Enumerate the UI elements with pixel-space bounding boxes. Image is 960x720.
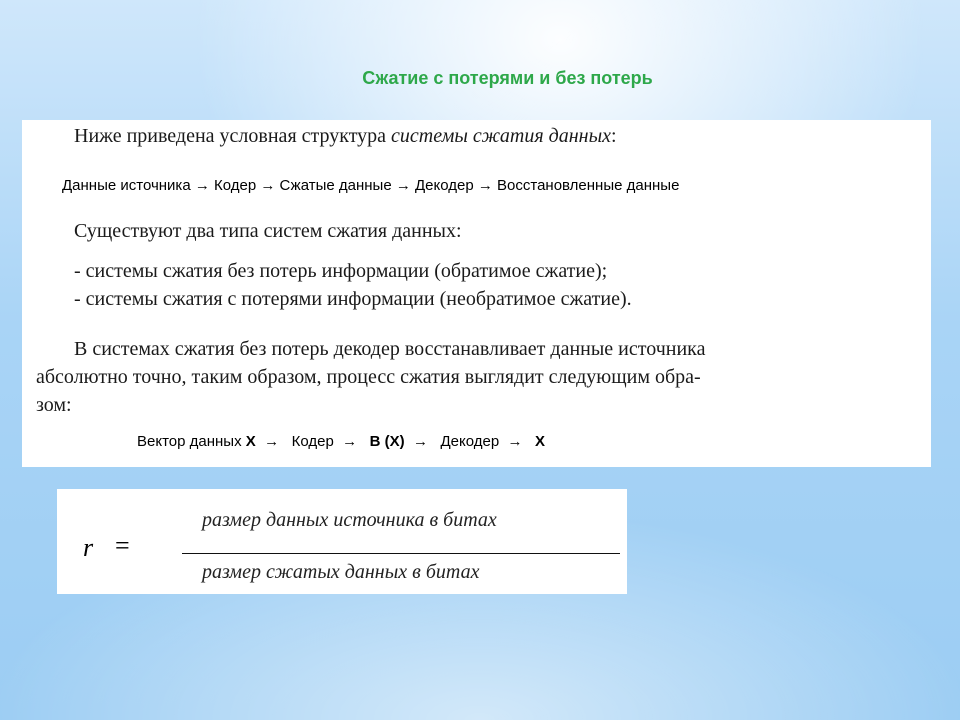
formula-numerator: размер данных источника в битах [202, 509, 497, 531]
type-item-lossy: - системы сжатия с потерями информации (… [74, 288, 632, 310]
arrow-icon: → [499, 433, 536, 450]
paragraph-line-3: зом: [36, 394, 72, 416]
flow-diagram-1: Данные источника → Кодер → Сжатые данные… [62, 177, 680, 194]
flow2-bx: B (X) [369, 433, 405, 450]
arrow-icon: → [404, 433, 441, 450]
paragraph-line-1: В системах сжатия без потерь декодер вос… [74, 338, 706, 360]
intro-colon: : [611, 125, 617, 147]
paragraph-line-2: абсолютно точно, таким образом, процесс … [36, 366, 701, 388]
formula-equals: = [115, 531, 130, 560]
flow2-vector: Вектор данных [137, 433, 246, 450]
arrow-icon: → [255, 433, 292, 450]
formula-lhs: r [83, 533, 94, 562]
flow-diagram-2: Вектор данных X → Кодер → B (X) → Декоде… [137, 433, 545, 450]
compression-ratio-formula: r = размер данных источника в битах разм… [57, 489, 627, 594]
intro-line: Ниже приведена условная структура систем… [74, 125, 617, 148]
flow2-decoder: Декодер [440, 433, 500, 450]
formula-denominator: размер сжатых данных в битах [202, 561, 480, 583]
intro-italic: системы сжатия данных [391, 125, 612, 147]
type-item-lossless: - системы сжатия без потерь информации (… [74, 260, 608, 282]
intro-text: Ниже приведена условная структура [74, 125, 392, 147]
arrow-icon: → [333, 433, 370, 450]
types-heading: Существуют два типа систем сжатия данных… [74, 220, 462, 242]
flow2-coder: Кодер [291, 433, 334, 450]
flow2-x-output: X [535, 433, 546, 450]
flow2-x-input: X [245, 433, 256, 450]
content-panel: Ниже приведена условная структура систем… [22, 120, 931, 467]
fraction-bar [182, 553, 620, 554]
slide-title: Сжатие с потерями и без потерь [362, 68, 653, 88]
